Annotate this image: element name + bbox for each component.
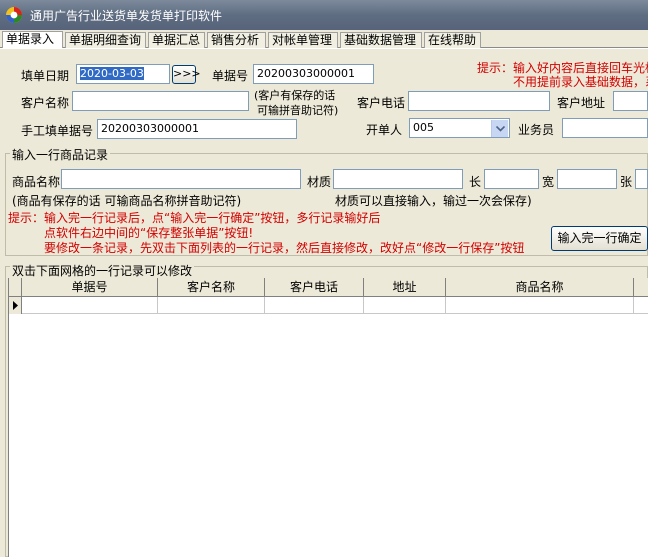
length-label: 长 <box>469 175 482 189</box>
material-field[interactable] <box>333 169 463 189</box>
tab-order-detail-query[interactable]: 单据明细查询 <box>65 32 146 48</box>
tab-order-summary[interactable]: 单据汇总 <box>148 32 205 48</box>
width-label: 宽 <box>542 175 555 189</box>
manual-order-no-field[interactable]: 20200303000001 <box>97 119 297 139</box>
manual-order-no-label: 手工填单据号 <box>21 124 94 138</box>
column-header-address[interactable]: 地址 <box>364 278 446 297</box>
title-bar: 通用广告行业送货单发货单打印软件 <box>0 0 648 30</box>
material-hint: 材质可以直接输入，输过一次会保存) <box>335 194 532 208</box>
app-logo-icon <box>5 6 23 24</box>
table-cell[interactable] <box>265 297 364 314</box>
salesman-label: 业务员 <box>518 123 555 137</box>
table-cell[interactable] <box>364 297 446 314</box>
date-field[interactable]: 2020-03-03 <box>76 64 170 84</box>
column-header-product-name[interactable]: 商品名称 <box>446 278 634 297</box>
date-picker-button[interactable]: >>> <box>172 65 201 84</box>
table-row[interactable] <box>9 297 648 314</box>
chevron-down-icon[interactable] <box>491 120 508 137</box>
entry-tip-line3: 要修改一条记录，先双击下面列表的一行记录，然后直接修改，改好点“修改一行保存”按… <box>44 241 525 255</box>
grid-header: 单据号 客户名称 客户电话 地址 商品名称 <box>9 278 648 297</box>
column-header-customer-phone[interactable]: 客户电话 <box>265 278 364 297</box>
table-cell[interactable] <box>158 297 265 314</box>
sheets-label: 张 <box>620 175 633 189</box>
tab-bar: 单据录入 单据明细查询 单据汇总 销售分析 对帐单管理 基础数据管理 在线帮助 <box>0 30 648 48</box>
item-entry-group: 输入一行商品记录 商品名称 材质 长 宽 张 (商品有保存的话 可输商品名称拼音… <box>0 145 648 258</box>
customer-address-field[interactable] <box>613 91 648 111</box>
order-no-field[interactable]: 20200303000001 <box>253 64 374 84</box>
width-field[interactable] <box>557 169 617 189</box>
customer-name-field[interactable] <box>72 91 249 111</box>
tab-online-help[interactable]: 在线帮助 <box>424 32 481 48</box>
salesman-field[interactable] <box>562 118 648 138</box>
customer-hint-line2: 可输拼音助记符) <box>257 104 339 117</box>
row-indicator-icon <box>9 297 22 314</box>
customer-hint-line1: (客户有保存的话 <box>254 89 336 102</box>
product-name-label: 商品名称 <box>12 175 61 189</box>
date-label: 填单日期 <box>21 69 70 83</box>
table-cell[interactable] <box>634 297 648 314</box>
records-grid-legend: 双击下面网格的一行记录可以修改 <box>10 262 195 279</box>
table-cell[interactable] <box>446 297 634 314</box>
confirm-line-button[interactable]: 输入完一行确定 <box>551 226 648 251</box>
item-entry-legend: 输入一行商品记录 <box>10 146 111 163</box>
customer-address-label: 客户地址 <box>557 96 606 110</box>
product-name-field[interactable] <box>61 169 301 189</box>
records-grid[interactable]: 单据号 客户名称 客户电话 地址 商品名称 <box>8 278 648 557</box>
customer-phone-label: 客户电话 <box>357 96 406 110</box>
length-field[interactable] <box>484 169 539 189</box>
grid-corner <box>9 278 22 297</box>
column-header-order-no[interactable]: 单据号 <box>22 278 158 297</box>
tab-sales-analysis[interactable]: 销售分析 <box>207 32 266 48</box>
material-label: 材质 <box>307 175 332 189</box>
tip-text-line2: 不用提前录入基础数据，系 <box>513 75 648 89</box>
tab-statement-management[interactable]: 对帐单管理 <box>268 32 338 48</box>
product-hint: (商品有保存的话 可输商品名称拼音助记符) <box>12 194 242 208</box>
order-no-label: 单据号 <box>212 69 249 83</box>
table-cell[interactable] <box>22 297 158 314</box>
order-header-panel: 填单日期 2020-03-03 >>> 单据号 20200303000001 提… <box>0 49 648 145</box>
operator-select[interactable]: 005 <box>409 118 510 138</box>
operator-label: 开单人 <box>366 123 403 137</box>
window-title: 通用广告行业送货单发货单打印软件 <box>30 9 223 23</box>
tab-order-entry[interactable]: 单据录入 <box>2 31 63 48</box>
customer-name-label: 客户名称 <box>21 96 70 110</box>
customer-phone-field[interactable] <box>408 91 550 111</box>
column-header-customer-name[interactable]: 客户名称 <box>158 278 265 297</box>
column-header-more[interactable] <box>634 278 648 297</box>
tab-basic-data-management[interactable]: 基础数据管理 <box>340 32 422 48</box>
sheets-field[interactable] <box>635 169 648 189</box>
